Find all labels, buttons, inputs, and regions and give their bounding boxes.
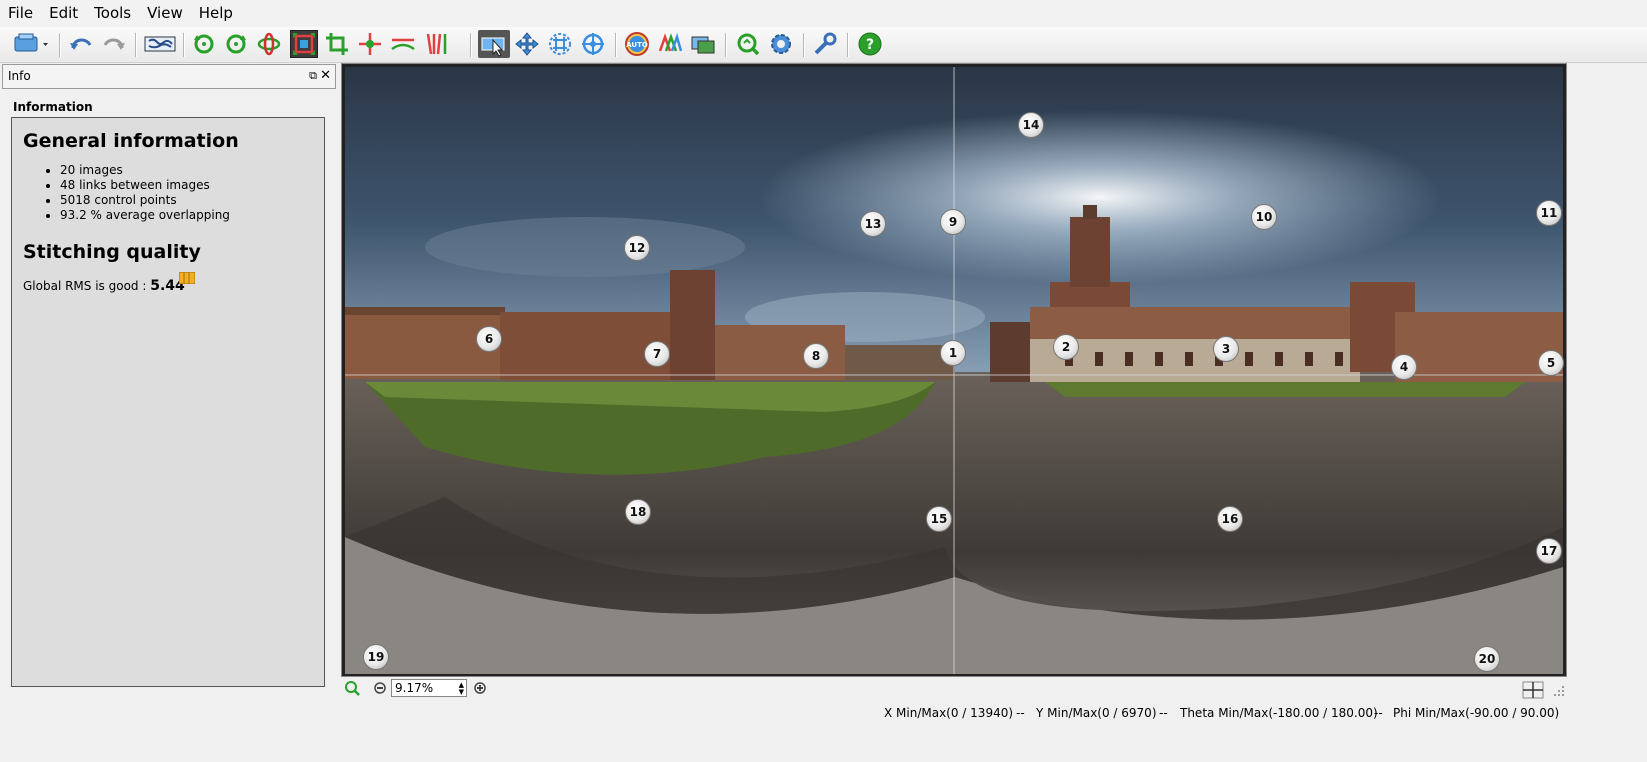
preview-images-icon[interactable] <box>689 30 717 58</box>
list-item: 93.2 % average overlapping <box>60 208 230 223</box>
image-marker-18[interactable]: 18 <box>625 499 651 525</box>
zoom-level-input[interactable]: 9.17% ▲ ▼ <box>391 679 467 697</box>
status-bar: X Min/Max(0 / 13940) -- Y Min/Max(0 / 69… <box>0 700 1647 724</box>
resize-grip-icon[interactable] <box>1547 681 1567 699</box>
redo-icon[interactable] <box>100 30 128 58</box>
image-marker-3[interactable]: 3 <box>1213 336 1239 362</box>
menu-view[interactable]: View <box>139 0 191 27</box>
menu-edit[interactable]: Edit <box>41 0 86 27</box>
image-marker-11[interactable]: 11 <box>1536 200 1562 226</box>
tools-wrench-icon[interactable] <box>811 30 839 58</box>
grid-toggle-icon[interactable] <box>1522 681 1544 699</box>
stitching-quality-title: Stitching quality <box>23 241 201 263</box>
zoom-bar <box>341 678 1567 700</box>
rotate-3d-icon[interactable] <box>255 30 283 58</box>
menu-help[interactable]: Help <box>191 0 241 27</box>
image-marker-16[interactable]: 16 <box>1217 506 1243 532</box>
status-y-range: Y Min/Max(0 / 6970) <box>1036 706 1157 720</box>
image-marker-4[interactable]: 4 <box>1391 354 1417 380</box>
zoom-in-icon[interactable] <box>472 680 488 696</box>
status-separator: -- <box>1016 706 1025 720</box>
status-theta-range: Theta Min/Max(-180.00 / 180.00) <box>1180 706 1378 720</box>
image-marker-2[interactable]: 2 <box>1053 334 1079 360</box>
identify-icon[interactable] <box>356 30 384 58</box>
list-item: 20 images <box>60 163 230 178</box>
quality-flag-icon <box>179 272 195 284</box>
undo-icon[interactable] <box>67 30 95 58</box>
dock-title: Info <box>8 69 31 83</box>
image-marker-5[interactable]: 5 <box>1538 350 1564 376</box>
grid-tool-icon[interactable] <box>546 30 574 58</box>
spin-down-icon[interactable]: ▼ <box>459 689 464 696</box>
info-panel: General information 20 images 48 links b… <box>11 117 325 687</box>
image-marker-19[interactable]: 19 <box>363 644 389 670</box>
rotate-ccw-icon[interactable] <box>190 30 218 58</box>
menu-file[interactable]: File <box>0 0 41 27</box>
image-marker-12[interactable]: 12 <box>624 235 650 261</box>
information-heading: Information <box>13 100 93 114</box>
menu-bar: File Edit Tools View Help <box>0 0 1647 27</box>
list-item: 5018 control points <box>60 193 230 208</box>
image-marker-14[interactable]: 14 <box>1018 112 1044 138</box>
rms-label: Global RMS is good : <box>23 279 151 293</box>
rotate-cw-icon[interactable] <box>222 30 250 58</box>
color-balance-icon[interactable] <box>656 30 684 58</box>
svg-text:AUTO: AUTO <box>626 41 648 49</box>
status-x-range: X Min/Max(0 / 13940) <box>884 706 1014 720</box>
status-separator: -- <box>1159 706 1168 720</box>
list-item: 48 links between images <box>60 178 230 193</box>
image-marker-1[interactable]: 1 <box>940 340 966 366</box>
main-toolbar: AUTO ? <box>0 27 1647 63</box>
auto-stitch-icon[interactable]: AUTO <box>623 30 651 58</box>
refresh-icon[interactable] <box>734 30 762 58</box>
svg-text:?: ? <box>866 37 874 53</box>
world-map-icon[interactable] <box>143 30 177 58</box>
center-tool-icon[interactable] <box>579 30 607 58</box>
zoom-out-icon[interactable] <box>372 680 388 696</box>
image-marker-15[interactable]: 15 <box>926 506 952 532</box>
settings-icon[interactable] <box>767 30 795 58</box>
image-marker-7[interactable]: 7 <box>644 341 670 367</box>
image-marker-13[interactable]: 13 <box>860 211 886 237</box>
general-information-title: General information <box>23 130 239 152</box>
image-marker-8[interactable]: 8 <box>803 343 829 369</box>
crop-fit-icon[interactable] <box>290 30 318 58</box>
rms-line: Global RMS is good : 5.44 <box>23 278 185 294</box>
status-phi-range: Phi Min/Max(-90.00 / 90.00) <box>1393 706 1560 720</box>
status-separator: -- <box>1374 706 1383 720</box>
dock-float-icon[interactable]: ⧉ <box>309 69 317 83</box>
panorama-image <box>345 67 1563 674</box>
help-icon[interactable]: ? <box>856 30 884 58</box>
window-bottom-margin <box>0 724 1647 762</box>
image-marker-17[interactable]: 17 <box>1536 538 1562 564</box>
select-tool-icon[interactable] <box>478 30 510 58</box>
zoom-fit-icon[interactable] <box>344 680 360 696</box>
drag-tool-icon[interactable] <box>513 30 541 58</box>
image-marker-10[interactable]: 10 <box>1251 204 1277 230</box>
info-dock-titlebar: Info ⧉ ✕ <box>2 64 336 89</box>
general-information-list: 20 images 48 links between images 5018 c… <box>42 163 230 223</box>
dock-close-icon[interactable]: ✕ <box>320 68 331 83</box>
zoom-level-value: 9.17% <box>395 681 434 695</box>
image-marker-6[interactable]: 6 <box>476 326 502 352</box>
image-marker-20[interactable]: 20 <box>1474 646 1500 672</box>
crop-icon[interactable] <box>323 30 351 58</box>
vertical-lines-icon[interactable] <box>422 30 450 58</box>
horizon-icon[interactable] <box>389 30 417 58</box>
panorama-preview[interactable]: 1 2 3 4 5 6 7 8 9 10 11 12 13 14 15 16 1… <box>341 63 1567 677</box>
export-dropdown-icon[interactable] <box>12 30 52 58</box>
image-marker-9[interactable]: 9 <box>940 209 966 235</box>
menu-tools[interactable]: Tools <box>86 0 139 27</box>
